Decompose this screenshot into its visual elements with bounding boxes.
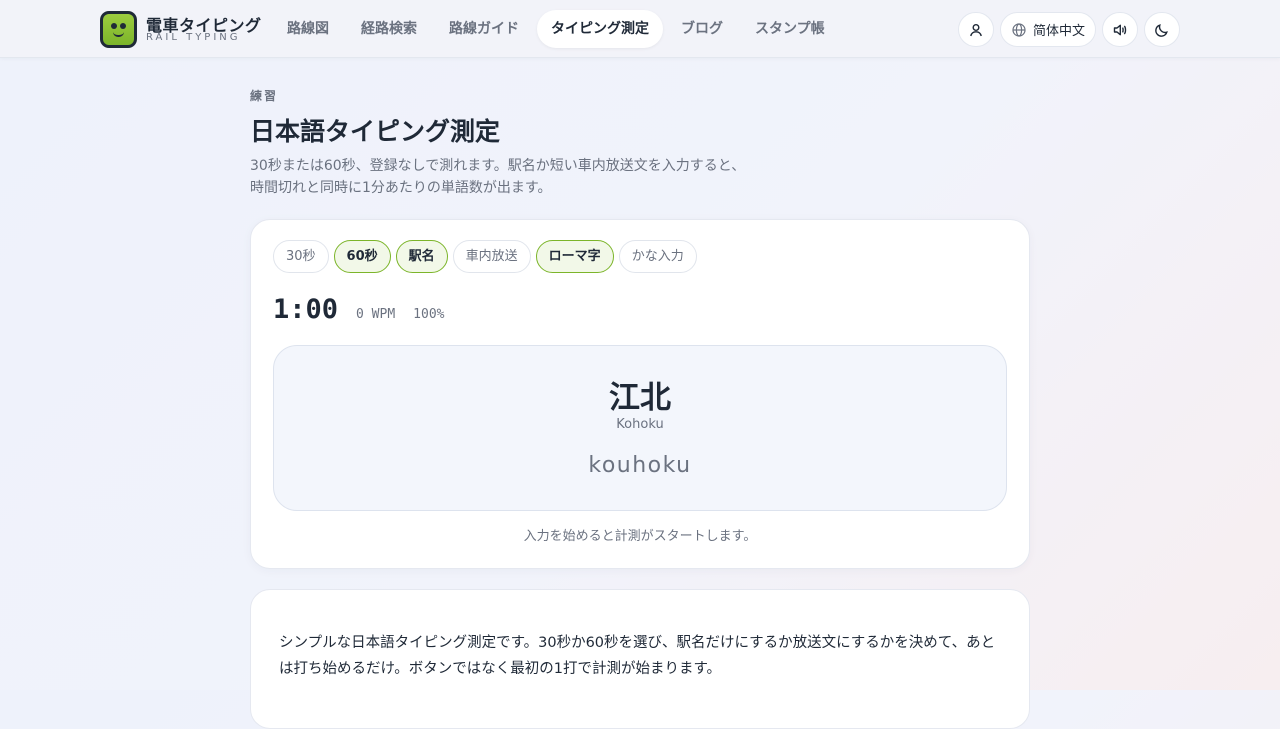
typing-prompt-area[interactable]: 江北 Kohoku kouhoku: [273, 345, 1007, 511]
main-nav: 路線図 経路検索 路線ガイド タイピング測定 ブログ スタンプ帳: [273, 10, 843, 48]
nav-item-blog[interactable]: ブログ: [667, 10, 737, 48]
option-station-names[interactable]: 駅名: [395, 240, 448, 273]
profile-button[interactable]: [958, 12, 994, 47]
logo-eye-left: [111, 23, 117, 29]
sound-button[interactable]: [1102, 12, 1138, 47]
speaker-icon: [1113, 24, 1127, 35]
language-button[interactable]: 简体中文: [1000, 12, 1096, 47]
section-eyebrow: 練習: [250, 89, 279, 103]
moon-icon: [1155, 23, 1168, 37]
prompt-english: Kohoku: [616, 417, 664, 432]
site-header: 電車タイピング RAIL TYPING 路線図 経路検索 路線ガイド タイピング…: [0, 0, 1280, 58]
nav-item-stamp-book[interactable]: スタンプ帳: [741, 10, 839, 48]
logo-icon[interactable]: [100, 11, 137, 48]
accuracy-counter: 100%: [413, 307, 445, 322]
nav-item-line-guide[interactable]: 路線ガイド: [435, 10, 533, 48]
option-60-seconds[interactable]: 60秒: [333, 240, 391, 273]
logo-face: [103, 14, 134, 45]
wpm-counter: 0 WPM: [356, 307, 396, 322]
option-announcements[interactable]: 車内放送: [452, 240, 531, 273]
prompt-romaji: kouhoku: [588, 453, 692, 478]
language-label: 简体中文: [1033, 24, 1086, 39]
option-romaji[interactable]: ローマ字: [535, 240, 614, 273]
logo-mouth: [113, 32, 124, 37]
theme-toggle-button[interactable]: [1144, 12, 1180, 47]
brand-subtitle: RAIL TYPING: [146, 32, 241, 43]
user-icon: [970, 23, 982, 36]
info-text: シンプルな日本語タイピング測定です。30秒か60秒を選び、駅名だけにするか放送文…: [279, 635, 996, 677]
nav-item-route-map[interactable]: 路線図: [273, 10, 343, 48]
page-title: 日本語タイピング測定: [250, 117, 501, 146]
test-stats: 1:00 0 WPM 100%: [273, 294, 444, 325]
option-kana-input[interactable]: かな入力: [618, 240, 697, 273]
nav-item-route-search[interactable]: 経路検索: [347, 10, 431, 48]
prompt-kanji: 江北: [609, 380, 671, 416]
test-options: 30秒 60秒 駅名 車内放送 ローマ字 かな入力: [273, 240, 697, 273]
info-card: シンプルな日本語タイピング測定です。30秒か60秒を選び、駅名だけにするか放送文…: [250, 589, 1030, 729]
timer: 1:00: [273, 294, 339, 325]
logo-eye-right: [120, 23, 126, 29]
option-30-seconds[interactable]: 30秒: [273, 240, 329, 273]
nav-item-typing-test[interactable]: タイピング測定: [537, 10, 663, 48]
typing-test-card: 30秒 60秒 駅名 車内放送 ローマ字 かな入力 1:00 0 WPM 100…: [250, 219, 1030, 569]
start-hint: 入力を始めると計測がスタートします。: [523, 529, 757, 544]
globe-icon: [1012, 22, 1026, 37]
page-description: 30秒または60秒、登録なしで測れます。駅名か短い車内放送文を入力すると、時間切…: [250, 158, 746, 196]
